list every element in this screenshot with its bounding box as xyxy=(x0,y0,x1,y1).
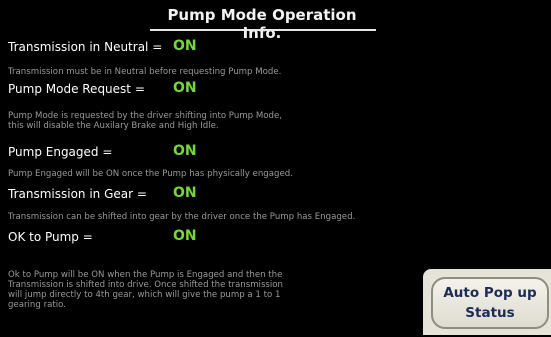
auto-popup-button-line1: Auto Pop up xyxy=(443,285,537,301)
transmission-gear-value: ON xyxy=(173,185,197,201)
transmission-gear-label: Transmission in Gear = xyxy=(8,187,147,201)
ok-to-pump-description: Ok to Pump will be ON when the Pump is E… xyxy=(8,270,283,310)
pump-mode-request-label: Pump Mode Request = xyxy=(8,82,145,96)
transmission-neutral-label: Transmission in Neutral = xyxy=(8,40,163,54)
ok-to-pump-label: OK to Pump = xyxy=(8,230,93,244)
pump-engaged-value: ON xyxy=(173,143,197,159)
pump-mode-request-description: Pump Mode is requested by the driver shi… xyxy=(8,111,282,131)
pump-mode-request-value: ON xyxy=(173,80,197,96)
auto-popup-status-button[interactable]: Auto Pop up Status xyxy=(431,277,549,329)
auto-popup-button-line2: Status xyxy=(465,305,515,321)
pump-engaged-description: Pump Engaged will be ON once the Pump ha… xyxy=(8,169,293,179)
ok-to-pump-value: ON xyxy=(173,228,197,244)
transmission-neutral-description: Transmission must be in Neutral before r… xyxy=(8,67,282,77)
auto-popup-status-panel: Auto Pop up Status xyxy=(423,269,551,335)
pump-engaged-label: Pump Engaged = xyxy=(8,145,113,159)
page-title: Pump Mode Operation Info. xyxy=(167,6,357,42)
pump-mode-screen: Pump Mode Operation Info. Transmission i… xyxy=(0,0,551,337)
title-underline xyxy=(150,29,376,31)
transmission-neutral-value: ON xyxy=(173,38,197,54)
transmission-gear-description: Transmission can be shifted into gear by… xyxy=(8,212,356,222)
